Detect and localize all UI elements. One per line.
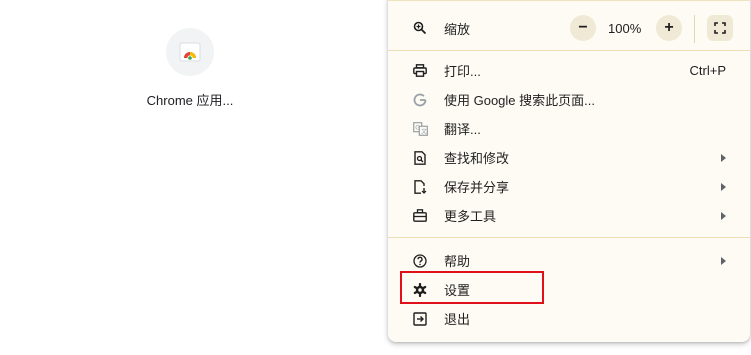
submenu-arrow-icon [721, 153, 726, 162]
keyboard-shortcut: Ctrl+P [689, 63, 726, 78]
print-icon [412, 63, 428, 79]
fullscreen-icon [714, 22, 726, 34]
menu-item-more-tools[interactable]: 更多工具 [388, 201, 750, 230]
zoom-label: 缩放 [444, 21, 471, 37]
settings-highlight-box [400, 271, 544, 304]
menu-item-label: 保存并分享 [444, 180, 510, 195]
google-g-icon [412, 92, 428, 108]
menu-item-label: 帮助 [444, 254, 471, 269]
menu-item-label: 打印... [444, 64, 481, 79]
zoom-out-button[interactable]: − [570, 15, 596, 41]
menu-separator [388, 237, 750, 238]
shortcut-icon-container [166, 28, 214, 76]
menu-item-print[interactable]: 打印... Ctrl+P [388, 56, 750, 85]
shortcut-label: Chrome 应用... [146, 93, 234, 108]
zoom-row: 缩放 − 100% + [388, 10, 750, 46]
menu-item-search-google[interactable]: 使用 Google 搜索此页面... [388, 85, 750, 114]
find-page-icon [412, 150, 428, 166]
zoom-icon [412, 20, 428, 36]
menu-item-save-share[interactable]: 保存并分享 [388, 172, 750, 201]
menu-item-label: 更多工具 [444, 209, 497, 224]
shortcut-tile-chrome-apps[interactable]: Chrome 应用... [128, 28, 252, 109]
menu-item-label: 查找和修改 [444, 151, 510, 166]
submenu-arrow-icon [721, 211, 726, 220]
menu-item-label: 翻译... [444, 122, 481, 137]
zoom-in-button[interactable]: + [656, 15, 682, 41]
menu-item-label: 退出 [444, 312, 471, 327]
zoom-level: 100% [608, 20, 642, 36]
submenu-arrow-icon [721, 182, 726, 191]
svg-text:文: 文 [421, 127, 427, 135]
save-share-icon [412, 179, 428, 195]
menu-item-find-edit[interactable]: 查找和修改 [388, 143, 750, 172]
help-icon [412, 253, 428, 269]
chrome-apps-icon [179, 42, 201, 62]
svg-text:G: G [415, 124, 420, 131]
menu-item-label: 使用 Google 搜索此页面... [444, 93, 595, 108]
menu-separator [388, 0, 750, 1]
translate-icon: G 文 [412, 121, 428, 137]
submenu-arrow-icon [721, 256, 726, 265]
menu-item-translate[interactable]: G 文 翻译... [388, 114, 750, 143]
exit-icon [412, 311, 428, 327]
toolbox-icon [412, 208, 428, 224]
fullscreen-button[interactable] [707, 15, 733, 41]
zoom-divider [694, 15, 695, 43]
menu-item-exit[interactable]: 退出 [388, 304, 750, 333]
menu-separator [388, 50, 750, 51]
